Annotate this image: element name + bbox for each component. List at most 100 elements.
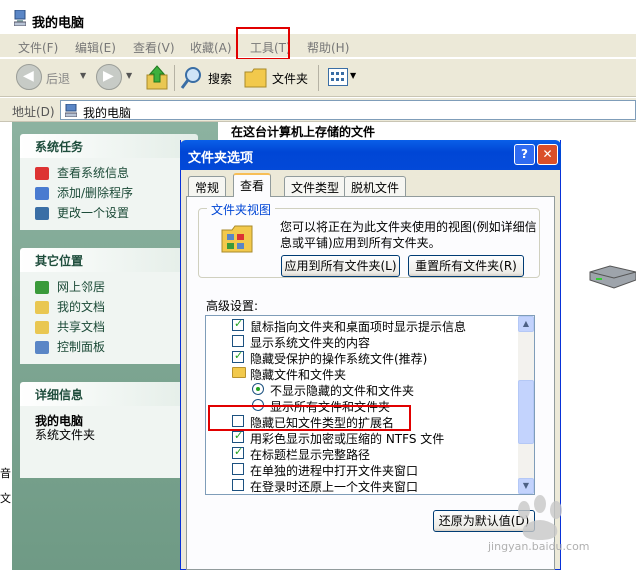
- setting-label: 在登录时还原上一个文件夹窗口: [250, 480, 419, 494]
- details-panel: 详细信息 我的电脑 系统文件夹: [20, 382, 198, 478]
- up-folder-icon[interactable]: [146, 65, 168, 91]
- place-label: 我的文档: [57, 300, 106, 314]
- other-places-title[interactable]: 其它位置: [20, 248, 198, 272]
- reset-all-folders-button[interactable]: 重置所有文件夹(R): [408, 255, 524, 277]
- tab-view[interactable]: 查看: [233, 173, 272, 197]
- checkbox[interactable]: [232, 317, 244, 331]
- chevron-up-icon[interactable]: ▲: [518, 316, 534, 332]
- edge-text-fragment: 文: [0, 492, 11, 505]
- checkbox[interactable]: [232, 463, 244, 475]
- folders-icon[interactable]: [244, 67, 268, 89]
- toolbar-separator: [318, 65, 319, 91]
- setting-label: 显示系统文件夹的内容: [250, 336, 371, 350]
- details-name: 我的电脑: [35, 414, 84, 428]
- toolbar-separator: [174, 65, 175, 91]
- task-add-remove-programs[interactable]: 添加/删除程序: [35, 184, 198, 204]
- dialog-titlebar: 文件夹选项 ? ✕: [180, 140, 561, 170]
- task-label: 更改一个设置: [57, 206, 130, 220]
- hard-drive-icon[interactable]: [586, 264, 636, 290]
- setting-label: 用彩色显示加密或压缩的 NTFS 文件: [250, 432, 445, 446]
- arrow-left-icon: ◀: [23, 68, 34, 84]
- task-view-system-info[interactable]: 查看系统信息: [35, 164, 198, 184]
- tab-offline-files[interactable]: 脱机文件: [344, 176, 407, 196]
- system-tasks-title[interactable]: 系统任务: [20, 134, 198, 158]
- extension-setting-highlight: [208, 405, 411, 431]
- task-label: 查看系统信息: [57, 166, 130, 180]
- window-titlebar: 我的电脑: [0, 0, 636, 34]
- control-panel-icon: [35, 341, 49, 354]
- folder-views-legend: 文件夹视图: [207, 201, 276, 218]
- dialog-title: 文件夹选项: [188, 151, 254, 166]
- place-shared-documents[interactable]: 共享文档: [35, 318, 198, 338]
- folder-views-icon: [221, 225, 253, 253]
- address-input[interactable]: 我的电脑: [60, 100, 636, 120]
- folders-label[interactable]: 文件夹: [272, 70, 308, 87]
- checkbox[interactable]: [232, 445, 244, 459]
- setting-label: 不显示隐藏的文件和文件夹: [270, 384, 415, 398]
- back-label: 后退: [46, 72, 71, 86]
- setting-label: 隐藏文件和文件夹: [250, 368, 347, 382]
- place-label: 网上邻居: [57, 280, 106, 294]
- window-title: 我的电脑: [32, 16, 85, 31]
- setting-label: 在标题栏显示完整路径: [250, 448, 371, 462]
- checkbox[interactable]: [232, 429, 244, 443]
- system-info-icon: [35, 167, 49, 180]
- tools-menu-highlight: [236, 27, 290, 60]
- setting-label: 鼠标指向文件夹和桌面项时显示提示信息: [250, 320, 467, 334]
- other-places-panel: 其它位置 网上邻居 我的文档 共享文档 控制面板: [20, 248, 198, 364]
- details-title[interactable]: 详细信息: [20, 382, 198, 406]
- views-dropdown-icon[interactable]: ▼: [350, 71, 356, 80]
- search-icon[interactable]: [180, 66, 204, 90]
- edge-text-fragment: 音: [0, 467, 11, 480]
- network-icon: [35, 281, 49, 294]
- system-tasks-panel: 系统任务 查看系统信息 添加/删除程序 更改一个设置: [20, 134, 198, 230]
- add-remove-programs-icon: [35, 187, 49, 200]
- menu-file[interactable]: 文件(F): [18, 39, 58, 56]
- other-places-body: 网上邻居 我的文档 共享文档 控制面板: [20, 272, 198, 364]
- setting-label: 隐藏受保护的操作系统文件(推荐): [250, 352, 428, 366]
- place-my-documents[interactable]: 我的文档: [35, 298, 198, 318]
- checkbox[interactable]: [232, 335, 244, 347]
- tab-file-types[interactable]: 文件类型: [284, 176, 347, 196]
- menu-edit[interactable]: 编辑(E): [75, 39, 116, 56]
- forward-button[interactable]: ▶: [96, 64, 122, 90]
- place-control-panel[interactable]: 控制面板: [35, 338, 198, 358]
- computer-icon: [14, 10, 26, 26]
- toolbar: ◀ 后退 ▼ ▶ ▼ 搜索 文件夹 ▼: [0, 59, 636, 97]
- close-button[interactable]: ✕: [537, 144, 558, 165]
- my-documents-icon: [35, 301, 49, 314]
- setting-label: 在单独的进程中打开文件夹窗口: [250, 464, 419, 478]
- control-settings-icon: [35, 207, 49, 220]
- menu-help[interactable]: 帮助(H): [307, 39, 349, 56]
- address-value: 我的电脑: [83, 106, 132, 120]
- menu-favorites[interactable]: 收藏(A): [190, 39, 232, 56]
- forward-dropdown-icon[interactable]: ▼: [126, 71, 132, 80]
- checkbox[interactable]: [232, 479, 244, 491]
- content-heading: 在这台计算机上存储的文件: [231, 125, 376, 139]
- task-change-setting[interactable]: 更改一个设置: [35, 204, 198, 224]
- arrow-right-icon: ▶: [103, 68, 114, 84]
- apply-to-all-folders-button[interactable]: 应用到所有文件夹(L): [281, 255, 400, 277]
- advanced-settings-label: 高级设置:: [206, 299, 259, 313]
- views-icon[interactable]: [328, 68, 348, 86]
- menu-view[interactable]: 查看(V): [133, 39, 175, 56]
- address-label: 地址(D): [12, 105, 55, 119]
- menu-bar: 文件(F) 编辑(E) 查看(V) 收藏(A) 工具(T) 帮助(H): [0, 34, 636, 58]
- place-label: 控制面板: [57, 340, 106, 354]
- back-button[interactable]: ◀: [16, 64, 42, 90]
- system-tasks-body: 查看系统信息 添加/删除程序 更改一个设置: [20, 158, 198, 230]
- place-network[interactable]: 网上邻居: [35, 278, 198, 298]
- tab-general[interactable]: 常规: [188, 176, 227, 196]
- radio-button[interactable]: [252, 383, 264, 395]
- folder-icon: [232, 367, 246, 378]
- help-button[interactable]: ?: [514, 144, 535, 165]
- place-label: 共享文档: [57, 320, 106, 334]
- address-bar: 地址(D) 我的电脑: [0, 98, 636, 122]
- back-dropdown-icon[interactable]: ▼: [80, 71, 86, 80]
- scrollbar-thumb[interactable]: [518, 380, 534, 444]
- watermark-text: jingyan.baidu.com: [488, 540, 590, 553]
- task-label: 添加/删除程序: [57, 186, 134, 200]
- checkbox[interactable]: [232, 349, 244, 363]
- search-label[interactable]: 搜索: [208, 70, 232, 87]
- computer-icon: [65, 104, 77, 117]
